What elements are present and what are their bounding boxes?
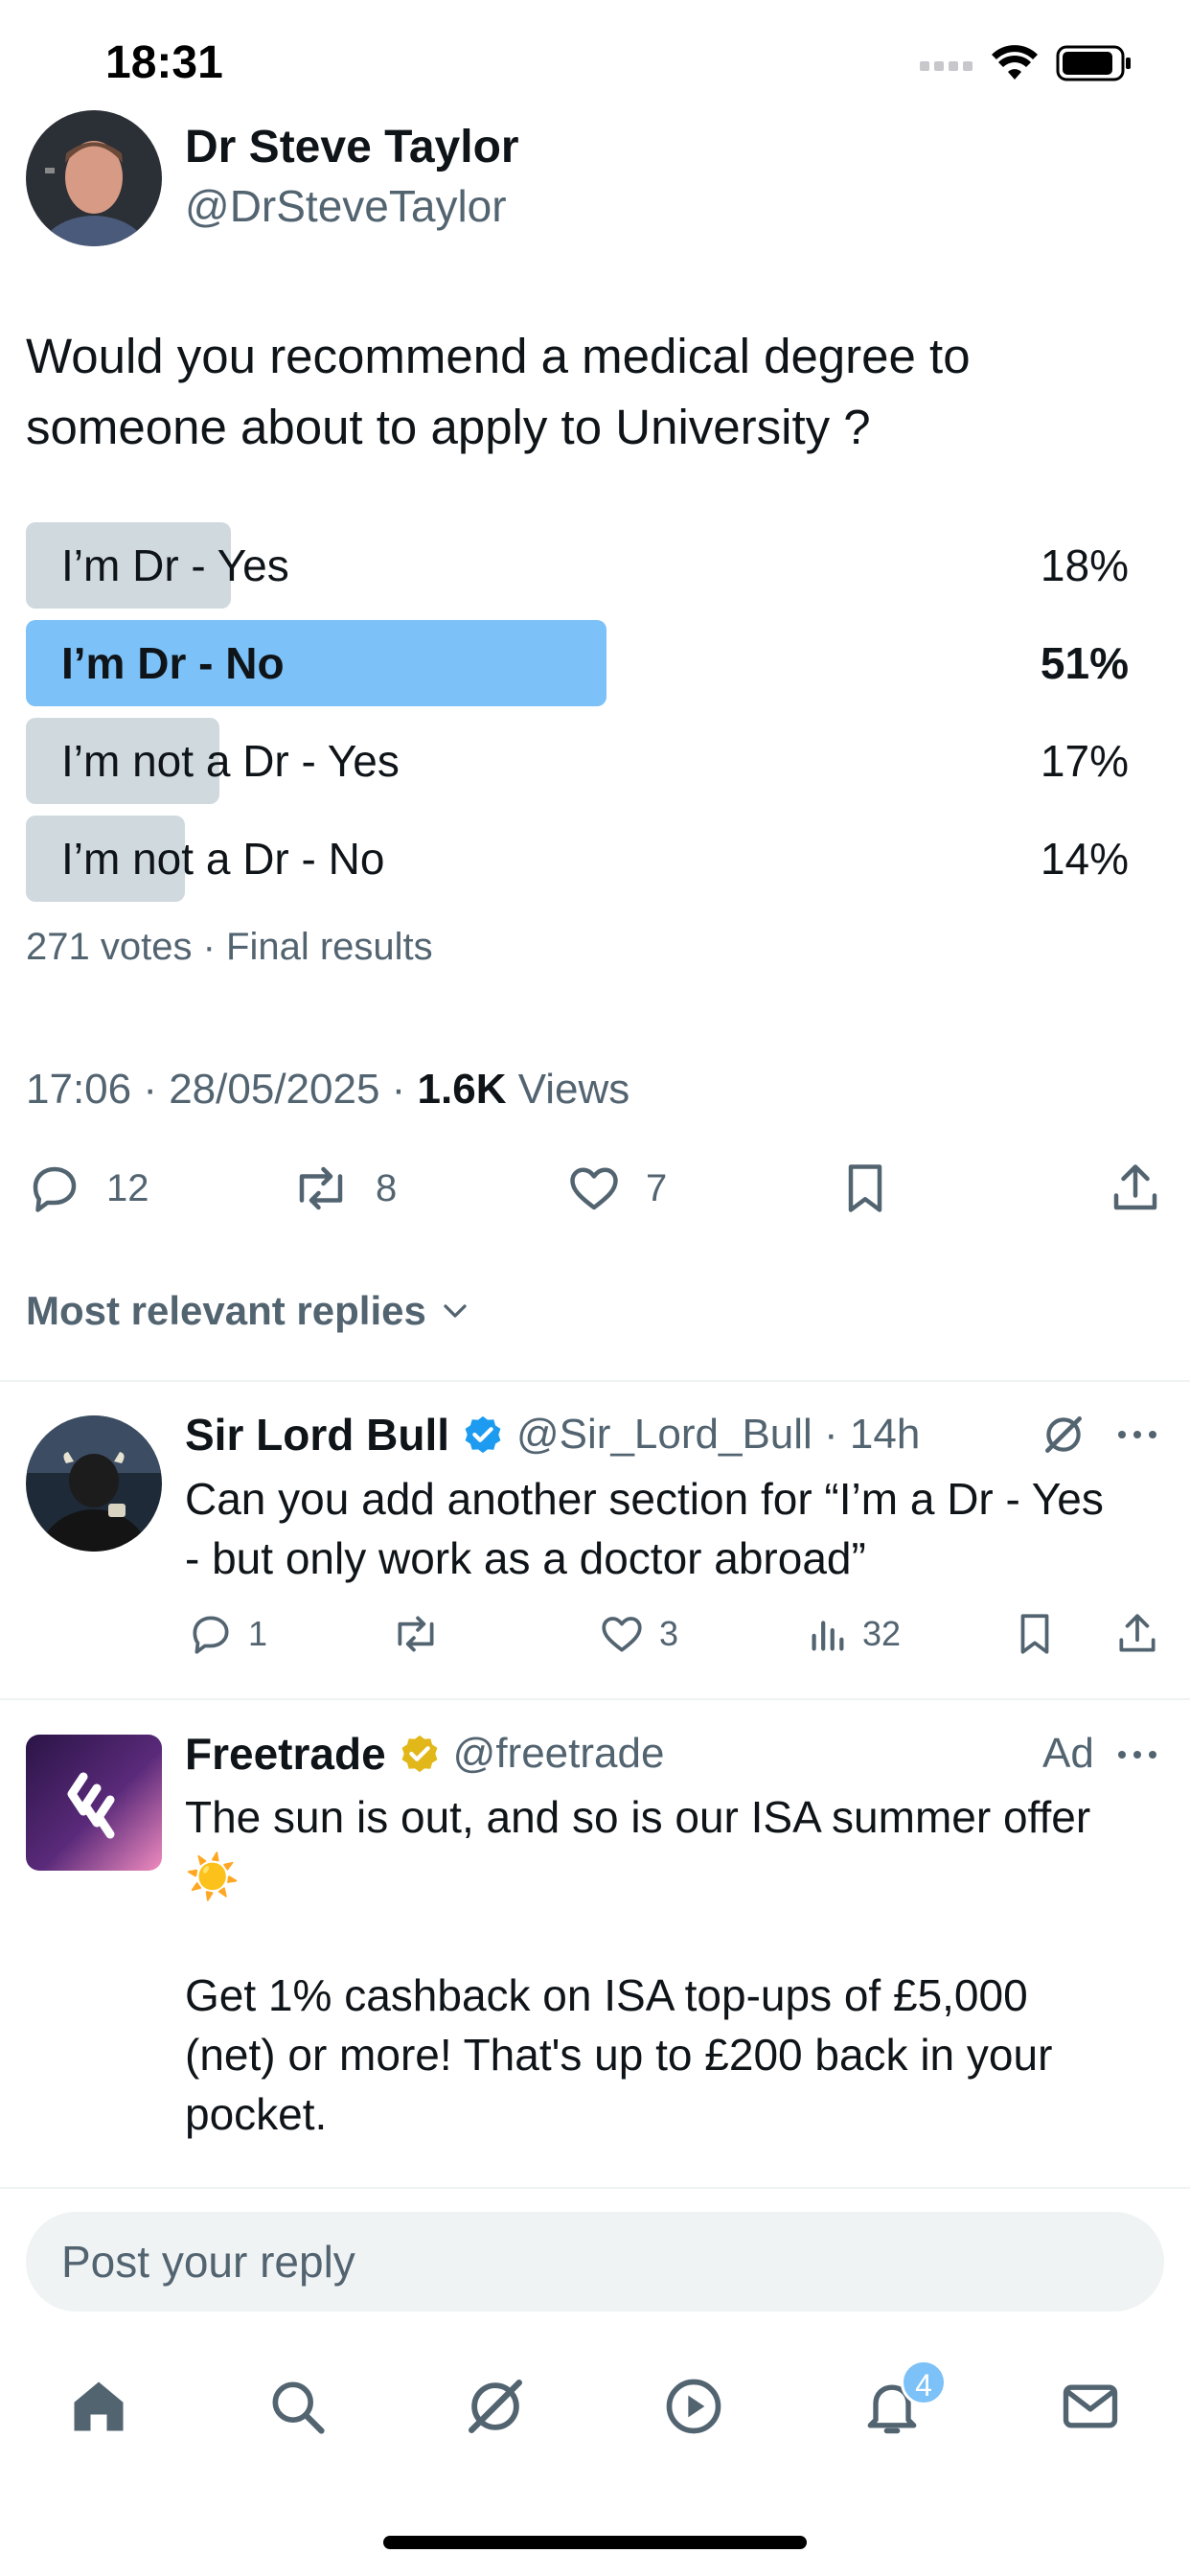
bookmark-icon [848,1164,882,1212]
poll-option: I’m not a Dr - Yes 17% [26,718,1137,804]
reply-button[interactable]: 12 [26,1160,149,1217]
ad-author-name[interactable]: Freetrade [185,1728,386,1780]
reply-like-button[interactable]: 3 [598,1610,678,1658]
poll-option: I’m Dr - No 51% [26,620,1137,706]
notifications-badge: 4 [901,2359,947,2405]
heart-icon [570,1167,618,1210]
divider [0,1380,1190,1382]
status-time: 18:31 [105,37,223,88]
repost-count: 8 [376,1166,398,1209]
poll-option-label: I’m Dr - Yes [61,540,289,590]
reply-input-placeholder: Post your reply [61,2237,355,2287]
home-indicator [383,2536,807,2549]
ad-avatar[interactable] [26,1735,162,1871]
chevron-down-icon [444,1304,467,1318]
poll-option-percent: 51% [1040,638,1129,688]
divider [0,2187,1190,2189]
reply-reply-count: 1 [248,1614,268,1653]
wifi-icon [992,45,1038,80]
reply-icon [193,1616,229,1654]
tab-search[interactable] [254,2363,340,2450]
reply-like-count: 3 [659,1614,679,1653]
verified-badge-icon [465,1415,501,1454]
views-label: Views [506,1066,630,1113]
grok-icon [469,2380,522,2433]
poll-option-percent: 14% [1040,834,1129,884]
reply-repost-button[interactable] [390,1610,442,1658]
repost-button[interactable]: 8 [289,1160,397,1217]
share-icon [1119,1614,1156,1652]
poll-option-label: I’m not a Dr - Yes [61,736,400,786]
reply-text: Can you add another section for “I’m a D… [185,1469,1172,1588]
ad-text-line: pocket. [185,2089,328,2139]
ad-text: The sun is out, and so is our ISA summer… [185,1787,1172,2144]
poll-option: I’m not a Dr - No 14% [26,816,1137,902]
author-name[interactable]: Dr Steve Taylor [185,121,519,173]
poll-option-label: I’m not a Dr - No [61,834,385,884]
tab-messages[interactable] [1047,2363,1133,2450]
ad-author-handle[interactable]: @freetrade [453,1730,665,1778]
search-icon [272,2381,325,2434]
post-text: Would you recommend a medical degree to … [26,321,1156,463]
grok-icon[interactable] [1040,1411,1087,1459]
tab-grok[interactable] [452,2363,538,2450]
author-handle[interactable]: @DrSteveTaylor [185,180,507,232]
ad-text-line: (net) or more! That's up to £200 back in… [185,2030,1053,2080]
poll-option-percent: 18% [1040,540,1129,590]
like-button[interactable]: 7 [565,1160,667,1217]
reply-header: Sir Lord Bull @Sir_Lord_Bull · 14h [185,1409,920,1460]
post-text-line: Would you recommend a medical degree to [26,329,971,383]
reply-views-button[interactable]: 32 [805,1610,901,1658]
replies-sort-dropdown[interactable]: Most relevant replies [26,1288,474,1334]
post-text-line: someone about to apply to University ? [26,400,871,454]
heart-icon [602,1617,642,1652]
ad-text-line: Get 1% cashback on ISA top-ups of £5,000 [185,1970,1028,2020]
status-icons [920,44,1133,82]
reply-author-handle[interactable]: @Sir_Lord_Bull · 14h [516,1411,920,1459]
more-options-icon[interactable] [1114,1420,1160,1449]
battery-icon [1056,45,1131,81]
divider [0,1698,1190,1700]
ad-header: Freetrade @freetrade [185,1728,664,1780]
reply-count: 12 [106,1166,149,1209]
reply-bookmark-button[interactable] [1011,1610,1059,1658]
bookmark-button[interactable] [836,1160,894,1217]
play-icon [666,2379,721,2434]
home-icon [74,2381,124,2431]
reply-avatar[interactable] [26,1415,162,1552]
poll-option-label: I’m Dr - No [61,638,285,688]
author-avatar[interactable] [26,110,162,246]
share-icon [1113,1164,1157,1210]
tab-home[interactable] [56,2363,142,2450]
reply-text-line: - but only work as a doctor abroad” [185,1533,866,1583]
repost-icon [398,1616,434,1652]
repost-icon [299,1166,343,1210]
reply-views-count: 32 [862,1614,902,1653]
reply-reply-button[interactable]: 1 [187,1610,267,1658]
post-time: 17:06 · 28/05/2025 · [26,1066,418,1113]
poll-meta: 271 votes · Final results [26,926,433,968]
post-timestamp: 17:06 · 28/05/2025 · 1.6K Views [26,1066,629,1114]
envelope-icon [1063,2384,1118,2428]
views-count[interactable]: 1.6K [418,1066,507,1113]
replies-sort-label: Most relevant replies [26,1288,426,1333]
reply-share-button[interactable] [1113,1610,1161,1658]
poll-option-percent: 17% [1040,736,1129,786]
more-options-icon[interactable] [1114,1740,1160,1769]
tab-videos[interactable] [651,2363,737,2450]
reply-text-line: Can you add another section for “I’m a D… [185,1474,1104,1524]
poll-option: I’m Dr - Yes 18% [26,522,1137,609]
reply-input[interactable]: Post your reply [26,2212,1164,2312]
reply-icon [33,1166,77,1212]
like-count: 7 [646,1166,668,1209]
share-button[interactable] [1107,1160,1164,1217]
analytics-icon [812,1621,844,1651]
reply-author-name[interactable]: Sir Lord Bull [185,1409,449,1460]
gold-verified-badge-icon [401,1735,438,1773]
ad-label: Ad [1042,1730,1094,1777]
bookmark-icon [1020,1614,1049,1654]
cellular-signal-icon [920,61,973,71]
ad-text-line: The sun is out, and so is our ISA summer… [185,1792,1091,1842]
sun-emoji: ☀️ [185,1852,240,1901]
